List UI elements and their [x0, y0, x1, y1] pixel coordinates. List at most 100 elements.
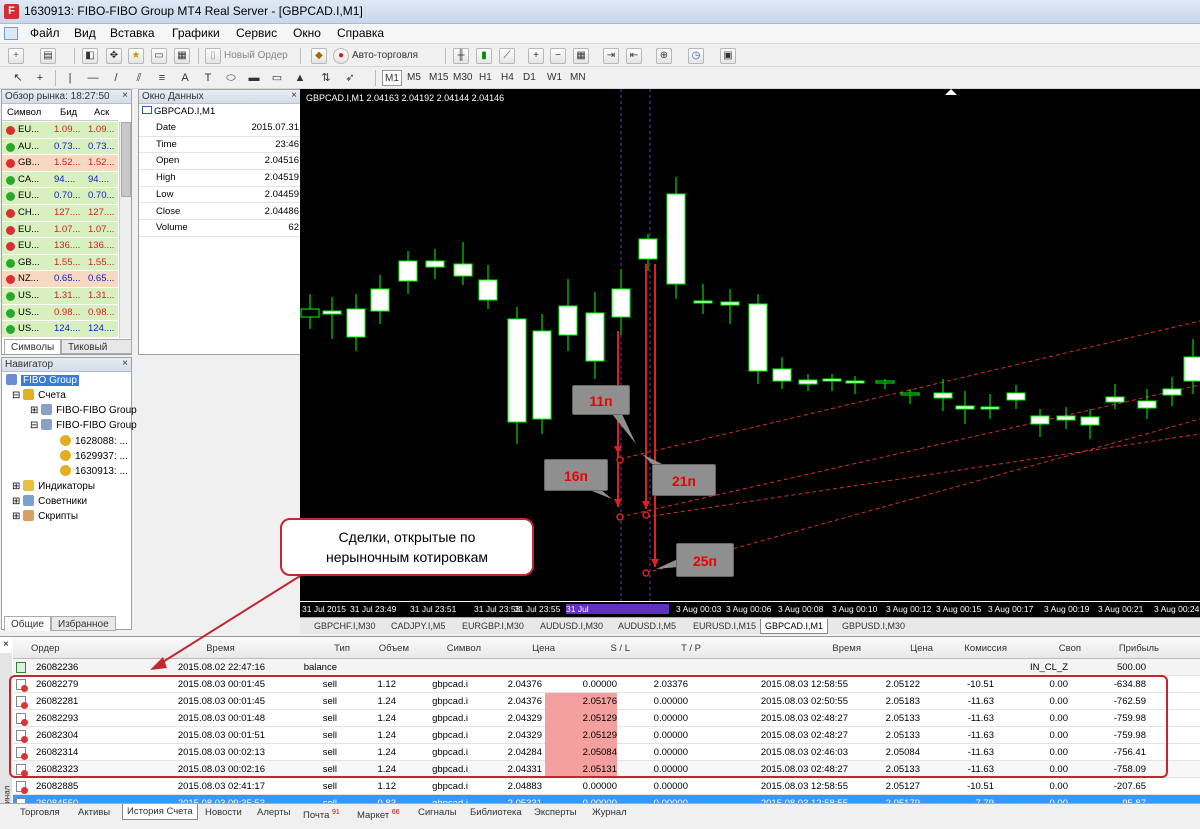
column-ask[interactable]: Аск — [94, 105, 109, 121]
market-watch-row[interactable]: NZ... 0.65... 0.65... — [2, 271, 118, 288]
tab-tick-chart[interactable]: Тиковый графи — [61, 339, 132, 368]
market-watch-row[interactable]: EU... 1.07... 1.07... — [2, 221, 118, 239]
market-watch-row[interactable]: US... 0.98... 0.98... — [2, 304, 118, 322]
navigator-icon[interactable]: ★ — [128, 48, 144, 64]
nav-account-1[interactable]: 1628088: ... — [60, 435, 128, 449]
bar-chart-icon[interactable]: ╫ — [453, 48, 469, 64]
timeframe-m1[interactable]: M1 — [382, 70, 402, 86]
column-header[interactable]: Своп — [1013, 640, 1081, 658]
new-chart-icon[interactable]: + — [8, 48, 24, 64]
column-header[interactable]: Ордер — [31, 640, 131, 658]
arrow-mark-icon[interactable]: ➶ — [342, 70, 358, 86]
templates-icon[interactable]: ▣ — [720, 48, 736, 64]
cursor-icon[interactable]: ↖ — [10, 70, 26, 86]
column-bid[interactable]: Бид — [60, 105, 77, 121]
terminal-tab[interactable]: Журнал — [592, 805, 627, 820]
timeframe-h1[interactable]: H1 — [477, 70, 494, 86]
text-label-icon[interactable]: T — [200, 70, 216, 86]
tab-symbols[interactable]: Символы — [4, 339, 62, 354]
market-watch-row[interactable]: GB... 1.52... 1.52... — [2, 155, 118, 172]
crosshair-icon[interactable]: + — [32, 70, 48, 86]
indicators-icon[interactable]: ⊕ — [656, 48, 672, 64]
close-icon[interactable]: × — [291, 90, 297, 101]
market-watch-row[interactable]: CA... 94.... 94.... — [2, 171, 118, 189]
line-chart-icon[interactable]: ⟋ — [499, 48, 515, 64]
close-icon[interactable]: × — [122, 90, 128, 101]
terminal-tab[interactable]: История Счета — [122, 804, 198, 820]
chart-tab[interactable]: AUDUSD.I,M5 — [614, 619, 680, 633]
candlestick-icon[interactable]: ▮ — [476, 48, 492, 64]
chart-tab[interactable]: EURUSD.I,M15 — [689, 619, 760, 633]
ellipse-icon[interactable]: ⬭ — [223, 70, 239, 86]
chart-tab[interactable]: GBPUSD.I,M30 — [838, 619, 909, 633]
menu-view[interactable]: Вид — [74, 26, 96, 40]
nav-account-2[interactable]: 1629937: ... — [60, 450, 128, 464]
rectangle-icon[interactable]: ▬ — [246, 70, 262, 86]
market-watch-row[interactable]: US... 1.31... 1.31... — [2, 288, 118, 305]
autotrading-button[interactable]: Авто-торговля — [350, 48, 420, 64]
expand-icon[interactable]: ⊟ — [30, 420, 38, 431]
chart-tab[interactable]: CADJPY.I,M5 — [387, 619, 449, 633]
column-header[interactable]: Тип — [283, 640, 350, 658]
periods-icon[interactable]: ◷ — [688, 48, 704, 64]
chart-tab[interactable]: AUDUSD.I,M30 — [536, 619, 607, 633]
tile-windows-icon[interactable]: ▦ — [573, 48, 589, 64]
new-order-icon[interactable]: ▯ — [205, 48, 221, 64]
terminal-tab[interactable]: Сигналы — [418, 805, 457, 820]
timeframe-m15[interactable]: M15 — [427, 70, 450, 86]
column-symbol[interactable]: Символ — [7, 105, 41, 121]
profiles-icon[interactable]: ▤ — [40, 48, 56, 64]
chart-tab[interactable]: EURGBP.I,M30 — [458, 619, 528, 633]
column-header[interactable]: Символ — [413, 640, 481, 658]
chart-shift-icon[interactable]: ⇤ — [626, 48, 642, 64]
table-row[interactable]: 26082236 2015.08.02 22:47:16 balance IN_CL_… — [13, 659, 1200, 676]
market-watch-row[interactable]: AU... 0.73... 0.73... — [2, 138, 118, 156]
market-watch-row[interactable]: US... 124.... 124.... — [2, 321, 118, 338]
expand-icon[interactable]: ⊞ — [12, 481, 20, 492]
menu-tools[interactable]: Сервис — [236, 26, 277, 40]
zoom-in-icon[interactable]: + — [528, 48, 544, 64]
scrollbar[interactable] — [119, 122, 131, 338]
market-watch-row[interactable]: EU... 1.09... 1.09... — [2, 122, 118, 139]
column-header[interactable]: Прибыль — [1087, 640, 1159, 658]
close-icon[interactable]: × — [3, 639, 9, 650]
menu-window[interactable]: Окно — [293, 26, 321, 40]
arrow-up-icon[interactable]: ▲ — [292, 70, 308, 86]
nav-root[interactable]: FIBO Group — [6, 374, 79, 388]
triangle-icon[interactable]: ▭ — [269, 70, 285, 86]
expand-icon[interactable]: ⊞ — [30, 405, 38, 416]
nav-scripts[interactable]: ⊞ Скрипты — [12, 510, 78, 524]
timeframe-w1[interactable]: W1 — [545, 70, 564, 86]
column-header[interactable]: Время — [163, 640, 278, 658]
market-watch-row[interactable]: EU... 0.70... 0.70... — [2, 188, 118, 205]
menu-file[interactable]: Файл — [30, 26, 60, 40]
nav-experts[interactable]: ⊞ Советники — [12, 495, 87, 509]
autoscroll-icon[interactable]: ⇥ — [603, 48, 619, 64]
tab-common[interactable]: Общие — [4, 616, 51, 631]
nav-accounts[interactable]: ⊟ Счета — [12, 389, 66, 403]
nav-account-3[interactable]: 1630913: ... — [60, 465, 128, 479]
tester-icon[interactable]: ▦ — [174, 48, 190, 64]
data-window-icon[interactable]: ✥ — [106, 48, 122, 64]
metaeditor-icon[interactable]: ◆ — [311, 48, 327, 64]
terminal-icon[interactable]: ▭ — [151, 48, 167, 64]
close-icon[interactable]: × — [122, 358, 128, 369]
expand-icon[interactable]: ⊟ — [12, 390, 20, 401]
new-order-button[interactable]: Новый Ордер — [222, 48, 290, 64]
trendline-icon[interactable]: / — [108, 70, 124, 86]
menu-charts[interactable]: Графики — [172, 26, 220, 40]
terminal-tab[interactable]: Новости — [205, 805, 242, 820]
document-icon[interactable] — [4, 27, 18, 40]
vertical-line-icon[interactable]: | — [62, 70, 78, 86]
column-header[interactable]: Объем — [353, 640, 409, 658]
terminal-tab[interactable]: Эксперты — [534, 805, 577, 820]
tab-favorites[interactable]: Избранное — [51, 616, 116, 631]
horizontal-line-icon[interactable]: — — [85, 70, 101, 86]
timeframe-d1[interactable]: D1 — [521, 70, 538, 86]
equidistant-channel-icon[interactable]: ⫽ — [131, 70, 147, 86]
nav-server-2[interactable]: ⊟ FIBO-FIBO Group — [30, 419, 137, 433]
timeframe-mn[interactable]: MN — [568, 70, 588, 86]
terminal-tab[interactable]: Библиотека — [470, 805, 522, 820]
timeframe-m30[interactable]: M30 — [451, 70, 474, 86]
text-icon[interactable]: A — [177, 70, 193, 86]
